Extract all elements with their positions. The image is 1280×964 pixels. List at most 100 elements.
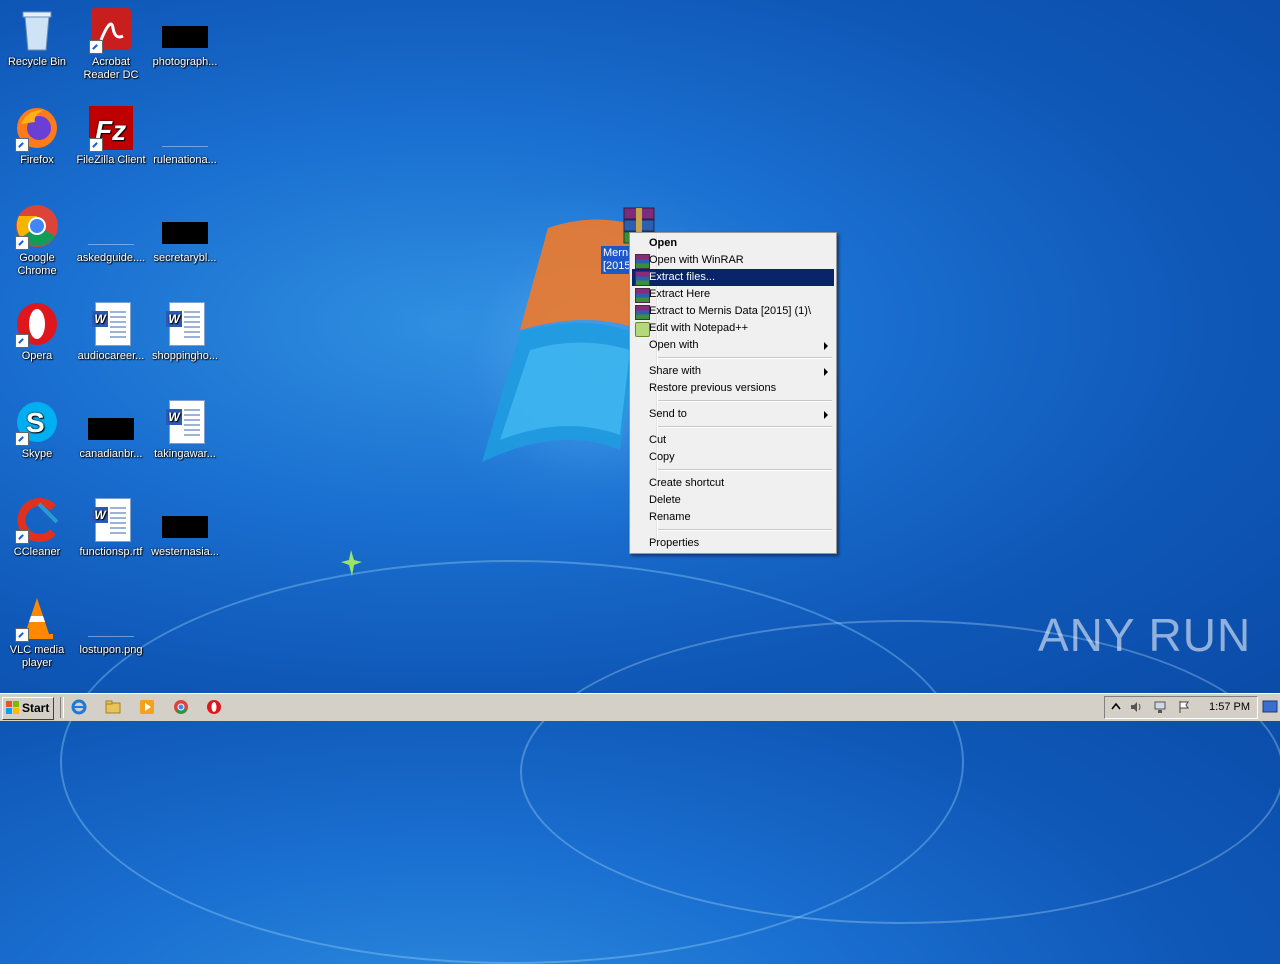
- start-button[interactable]: Start: [2, 697, 54, 720]
- filezilla-icon: Fz: [87, 104, 135, 152]
- desktop-icon-label: Firefox: [20, 154, 54, 166]
- filezilla-shortcut[interactable]: Fz FileZilla Client: [74, 104, 148, 167]
- lostupon-file[interactable]: lostupon.png: [74, 594, 148, 657]
- chrome-icon: [13, 202, 61, 250]
- vlc-cone-icon: [13, 594, 61, 642]
- opera-shortcut[interactable]: Opera: [0, 300, 74, 363]
- action-center-flag-icon[interactable]: [1177, 700, 1191, 714]
- desktop-icon-label: canadianbr...: [79, 448, 143, 460]
- menu-item-send-to[interactable]: Send to: [632, 406, 834, 423]
- shortcut-arrow-icon: [89, 40, 103, 54]
- volume-icon[interactable]: [1129, 700, 1143, 714]
- black-thumbnail-icon: [161, 6, 209, 54]
- opera-icon[interactable]: [206, 699, 222, 715]
- desktop-icon-label: functionsp.rtf: [79, 546, 143, 558]
- ccleaner-shortcut[interactable]: CCleaner: [0, 496, 74, 559]
- show-desktop-icon[interactable]: [1262, 698, 1278, 716]
- windows-flag-icon: [6, 701, 19, 714]
- context-menu: Open Open with WinRAR Extract files... E…: [629, 232, 837, 554]
- wallpaper-leaf: [341, 550, 362, 576]
- menu-item-open-with[interactable]: Open with: [632, 337, 834, 354]
- menu-separator: [658, 426, 832, 428]
- audiocareer-file[interactable]: W audiocareer...: [74, 300, 148, 363]
- chrome-icon[interactable]: [173, 699, 189, 715]
- canadianbr-file[interactable]: canadianbr...: [74, 398, 148, 461]
- menu-item-delete[interactable]: Delete: [632, 492, 834, 509]
- media-player-icon[interactable]: [139, 699, 155, 715]
- desktop-icon-label: secretarybl...: [153, 252, 217, 264]
- menu-item-properties[interactable]: Properties: [632, 535, 834, 552]
- menu-item-cut[interactable]: Cut: [632, 432, 834, 449]
- wallpaper-arc: [520, 620, 1280, 924]
- menu-item-share-with[interactable]: Share with: [632, 363, 834, 380]
- desktop-icon-label: westernasia...: [151, 546, 219, 558]
- menu-separator: [658, 529, 832, 531]
- submenu-arrow-icon: [824, 342, 828, 350]
- blank-thumbnail-icon: [161, 104, 209, 152]
- taskbar: Start 1:57 PM: [0, 693, 1280, 721]
- shoppingho-file[interactable]: W shoppingho...: [148, 300, 222, 363]
- askedguide-file[interactable]: askedguide....: [74, 202, 148, 265]
- vlc-shortcut[interactable]: VLC media player: [0, 594, 74, 670]
- network-icon[interactable]: [1153, 700, 1167, 714]
- skype-icon: S: [13, 398, 61, 446]
- menu-item-extract-to-folder[interactable]: Extract to Mernis Data [2015] (1)\: [632, 303, 834, 320]
- desktop-icon-label: Opera: [21, 350, 53, 362]
- word-document-icon: W: [161, 398, 209, 446]
- menu-separator: [658, 400, 832, 402]
- ccleaner-icon: [13, 496, 61, 544]
- black-thumbnail-icon: [87, 398, 135, 446]
- skype-shortcut[interactable]: S Skype: [0, 398, 74, 461]
- taskbar-divider: [60, 697, 64, 718]
- internet-explorer-icon[interactable]: [71, 699, 87, 715]
- winrar-icon: [635, 254, 650, 269]
- desktop-icon-label: CCleaner: [13, 546, 61, 558]
- menu-separator: [658, 469, 832, 471]
- blank-thumbnail-icon: [87, 202, 135, 250]
- chrome-shortcut[interactable]: Google Chrome: [0, 202, 74, 278]
- show-hidden-icons-chevron[interactable]: [1109, 700, 1123, 714]
- desktop-icon-label: Acrobat Reader DC: [83, 56, 139, 81]
- menu-item-extract-here[interactable]: Extract Here: [632, 286, 834, 303]
- winrar-extract-icon: [635, 271, 650, 286]
- winrar-icon: [635, 288, 650, 303]
- takingawar-file[interactable]: W takingawar...: [148, 398, 222, 461]
- acrobat-reader-shortcut[interactable]: Acrobat Reader DC: [74, 6, 148, 82]
- desktop-icon-label: takingawar...: [154, 448, 216, 460]
- shortcut-arrow-icon: [15, 432, 29, 446]
- recycle-bin-icon[interactable]: Recycle Bin: [0, 6, 74, 69]
- firefox-shortcut[interactable]: Firefox: [0, 104, 74, 167]
- menu-item-open[interactable]: Open: [632, 235, 834, 252]
- menu-item-create-shortcut[interactable]: Create shortcut: [632, 475, 834, 492]
- shortcut-arrow-icon: [15, 138, 29, 152]
- menu-item-extract-files[interactable]: Extract files...: [632, 269, 834, 286]
- opera-icon: [13, 300, 61, 348]
- menu-item-copy[interactable]: Copy: [632, 449, 834, 466]
- desktop-icon-label: rulenationa...: [153, 154, 217, 166]
- desktop-icon-label: shoppingho...: [151, 350, 219, 362]
- functionsp-file[interactable]: W functionsp.rtf: [74, 496, 148, 559]
- rulenational-file[interactable]: rulenationa...: [148, 104, 222, 167]
- word-document-icon: W: [161, 300, 209, 348]
- menu-separator: [658, 357, 832, 359]
- photograph-file[interactable]: photograph...: [148, 6, 222, 69]
- menu-item-open-with-winrar[interactable]: Open with WinRAR: [632, 252, 834, 269]
- firefox-icon: [13, 104, 61, 152]
- menu-item-restore-previous-versions[interactable]: Restore previous versions: [632, 380, 834, 397]
- desktop-icon-label: audiocareer...: [77, 350, 145, 362]
- menu-item-edit-with-notepadpp[interactable]: Edit with Notepad++: [632, 320, 834, 337]
- desktop-icon-label: Google Chrome: [17, 252, 57, 277]
- shortcut-arrow-icon: [89, 138, 103, 152]
- trash-icon: [13, 6, 61, 54]
- desktop-icon-label: Skype: [21, 448, 53, 460]
- blank-thumbnail-icon: [87, 594, 135, 642]
- desktop-icon-label: lostupon.png: [79, 644, 143, 656]
- clock[interactable]: 1:57 PM: [1209, 701, 1250, 713]
- desktop-icon-label: Recycle Bin: [7, 56, 67, 68]
- explorer-folder-icon[interactable]: [105, 699, 121, 715]
- westernasia-file[interactable]: westernasia...: [148, 496, 222, 559]
- secretarybl-file[interactable]: secretarybl...: [148, 202, 222, 265]
- submenu-arrow-icon: [824, 411, 828, 419]
- menu-item-rename[interactable]: Rename: [632, 509, 834, 526]
- shortcut-arrow-icon: [15, 334, 29, 348]
